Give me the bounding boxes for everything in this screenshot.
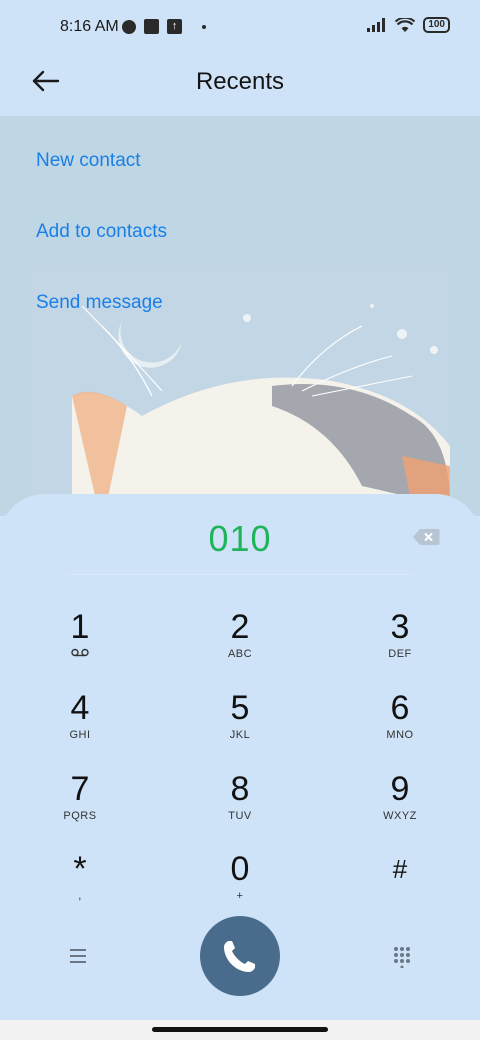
key-letters: MNO — [386, 729, 414, 741]
key-digit: 3 — [390, 608, 410, 646]
key-hash[interactable]: # — [340, 850, 460, 920]
key-3[interactable]: 3 DEF — [340, 608, 460, 678]
send-message-option[interactable]: Send message — [36, 292, 163, 314]
key-5[interactable]: 5 JKL — [180, 689, 300, 759]
app-header: Recents — [0, 56, 480, 116]
key-letters: DEF — [388, 648, 412, 660]
app-notification-icon — [122, 19, 136, 34]
key-letters: TUV — [228, 810, 252, 822]
call-button[interactable] — [200, 916, 280, 996]
key-digit: * — [73, 850, 87, 888]
key-2[interactable]: 2 ABC — [180, 608, 300, 678]
key-0[interactable]: 0 + — [180, 850, 300, 920]
key-digit: 9 — [390, 770, 410, 808]
key-letters: GHI — [69, 729, 91, 741]
upload-notification-icon: ↑ — [167, 19, 182, 34]
status-time: 8:16 AM — [60, 18, 119, 35]
key-4[interactable]: 4 GHI — [20, 689, 140, 759]
signal-icon — [367, 18, 386, 32]
key-1[interactable]: 1 — [20, 608, 140, 678]
phone-icon — [224, 941, 255, 972]
key-letters: JKL — [229, 729, 251, 741]
status-bar: 8:16 AM ↑ 100 — [0, 0, 480, 56]
key-digit: 8 — [230, 770, 250, 808]
key-letters: , — [78, 890, 82, 902]
wifi-icon — [395, 17, 416, 32]
key-digit: # — [392, 854, 408, 884]
key-letters: WXYZ — [383, 810, 417, 822]
key-9[interactable]: 9 WXYZ — [340, 770, 460, 840]
key-digit: 2 — [230, 608, 250, 646]
key-letters: + — [236, 890, 244, 902]
number-divider — [68, 574, 412, 575]
status-system-icons: 100 — [367, 17, 450, 33]
recents-content: New contact Add to contacts Send message — [0, 116, 480, 516]
new-contact-option[interactable]: New contact — [36, 150, 141, 172]
backspace-icon[interactable] — [412, 528, 440, 546]
menu-icon[interactable] — [68, 946, 88, 966]
status-notification-icons: ↑ — [122, 19, 206, 34]
more-notifications-dot-icon — [202, 24, 206, 29]
key-digit: 6 — [390, 689, 410, 727]
battery-indicator: 100 — [423, 17, 450, 33]
home-indicator[interactable] — [152, 1027, 328, 1032]
dialed-number[interactable]: 010 — [0, 518, 480, 560]
key-digit: 7 — [70, 770, 90, 808]
voicemail-icon — [20, 648, 140, 660]
key-digit: 5 — [230, 689, 250, 727]
key-8[interactable]: 8 TUV — [180, 770, 300, 840]
dialpad-icon[interactable] — [393, 946, 411, 968]
add-to-contacts-option[interactable]: Add to contacts — [36, 221, 167, 243]
key-6[interactable]: 6 MNO — [340, 689, 460, 759]
key-letters: PQRS — [63, 810, 97, 822]
key-digit: 1 — [70, 608, 90, 646]
page-title: Recents — [195, 68, 285, 95]
key-digit: 4 — [70, 689, 90, 727]
key-star[interactable]: * , — [20, 850, 140, 920]
square-notification-icon — [144, 19, 159, 34]
key-digit: 0 — [230, 850, 250, 888]
key-7[interactable]: 7 PQRS — [20, 770, 140, 840]
key-letters: ABC — [227, 648, 253, 660]
